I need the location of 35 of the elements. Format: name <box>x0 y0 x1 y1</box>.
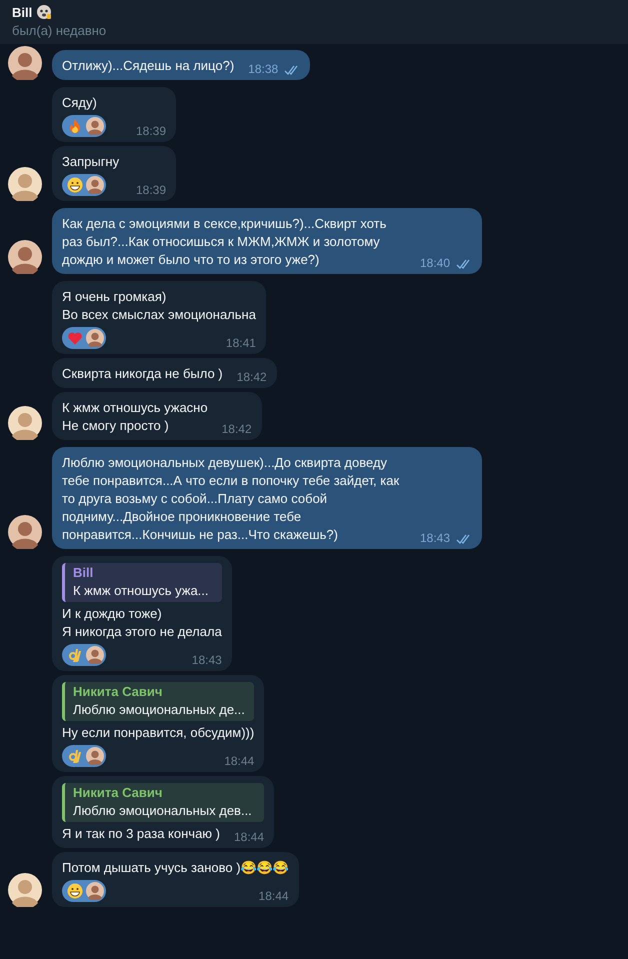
message-time: 18:43 <box>192 653 222 668</box>
message-time: 18:44 <box>258 889 289 904</box>
message-text: Я и так по 3 раза кончаю ) <box>62 825 220 843</box>
message-time: 18:38 <box>248 62 278 77</box>
message-text: Потом дышать учусь заново )😂😂😂 <box>62 859 289 877</box>
message-time: 18:42 <box>222 422 252 437</box>
message-text: Как дела с эмоциями в сексе,кричишь?)...Сквирт хоть раз был?...Как относишься к МЖМ,ЖМЖ и золотому дождю и может было что то из этого уже?) <box>62 215 388 269</box>
last-seen-status: был(а) недавно <box>12 23 108 38</box>
message-text: И к дождю тоже) Я никогда этого не делала <box>62 605 222 641</box>
message-time: 18:44 <box>224 754 254 769</box>
quote-author: Bill <box>73 564 94 582</box>
chat-title: Bill <box>12 4 32 20</box>
message-time: 18:39 <box>136 183 166 198</box>
message-time: 18:43 <box>420 531 450 546</box>
message-time: 18:41 <box>226 336 256 351</box>
quote-text: Люблю эмоциональных де... <box>73 701 246 719</box>
quote-author: Никита Савич <box>73 683 164 701</box>
message-time: 18:39 <box>136 124 166 139</box>
message-text: К жмж отношусь ужасно Не смогу просто ) <box>62 399 208 435</box>
message-time: 18:40 <box>420 256 450 271</box>
message-text: Сквирта никогда не было ) <box>62 365 223 383</box>
quote-text: К жмж отношусь ужа... <box>73 582 210 600</box>
message-text: Ну если понравится, обсудим))) <box>62 724 254 742</box>
reply-quote[interactable]: Bill К жмж отношусь ужа... <box>62 563 222 602</box>
message-text: Люблю эмоциональных девушек)...До сквирта доведу тебе понравится...А что если в попочку тебе зайдет, как то друга возьму с собой...Плату само собой подниму...Двойное проникновение тебе понравится...Кончишь не раз...Что скажешь?) <box>62 454 400 544</box>
reply-quote[interactable]: Никита Савич Люблю эмоциональных дев... <box>62 783 264 822</box>
message-text: Сяду) <box>62 94 98 112</box>
message-text: Запрыгну <box>62 153 120 171</box>
message-time: 18:44 <box>234 830 264 845</box>
message-text: Я очень громкая) Во всех смыслах эмоциональна <box>62 288 256 324</box>
quote-author: Никита Савич <box>73 784 164 802</box>
message-time: 18:42 <box>236 370 267 385</box>
reply-quote[interactable]: Никита Савич Люблю эмоциональных де... <box>62 682 254 721</box>
quote-text: Люблю эмоциональных дев... <box>73 802 253 820</box>
message-text: Отлижу)...Сядешь на лицо?) <box>62 57 234 75</box>
